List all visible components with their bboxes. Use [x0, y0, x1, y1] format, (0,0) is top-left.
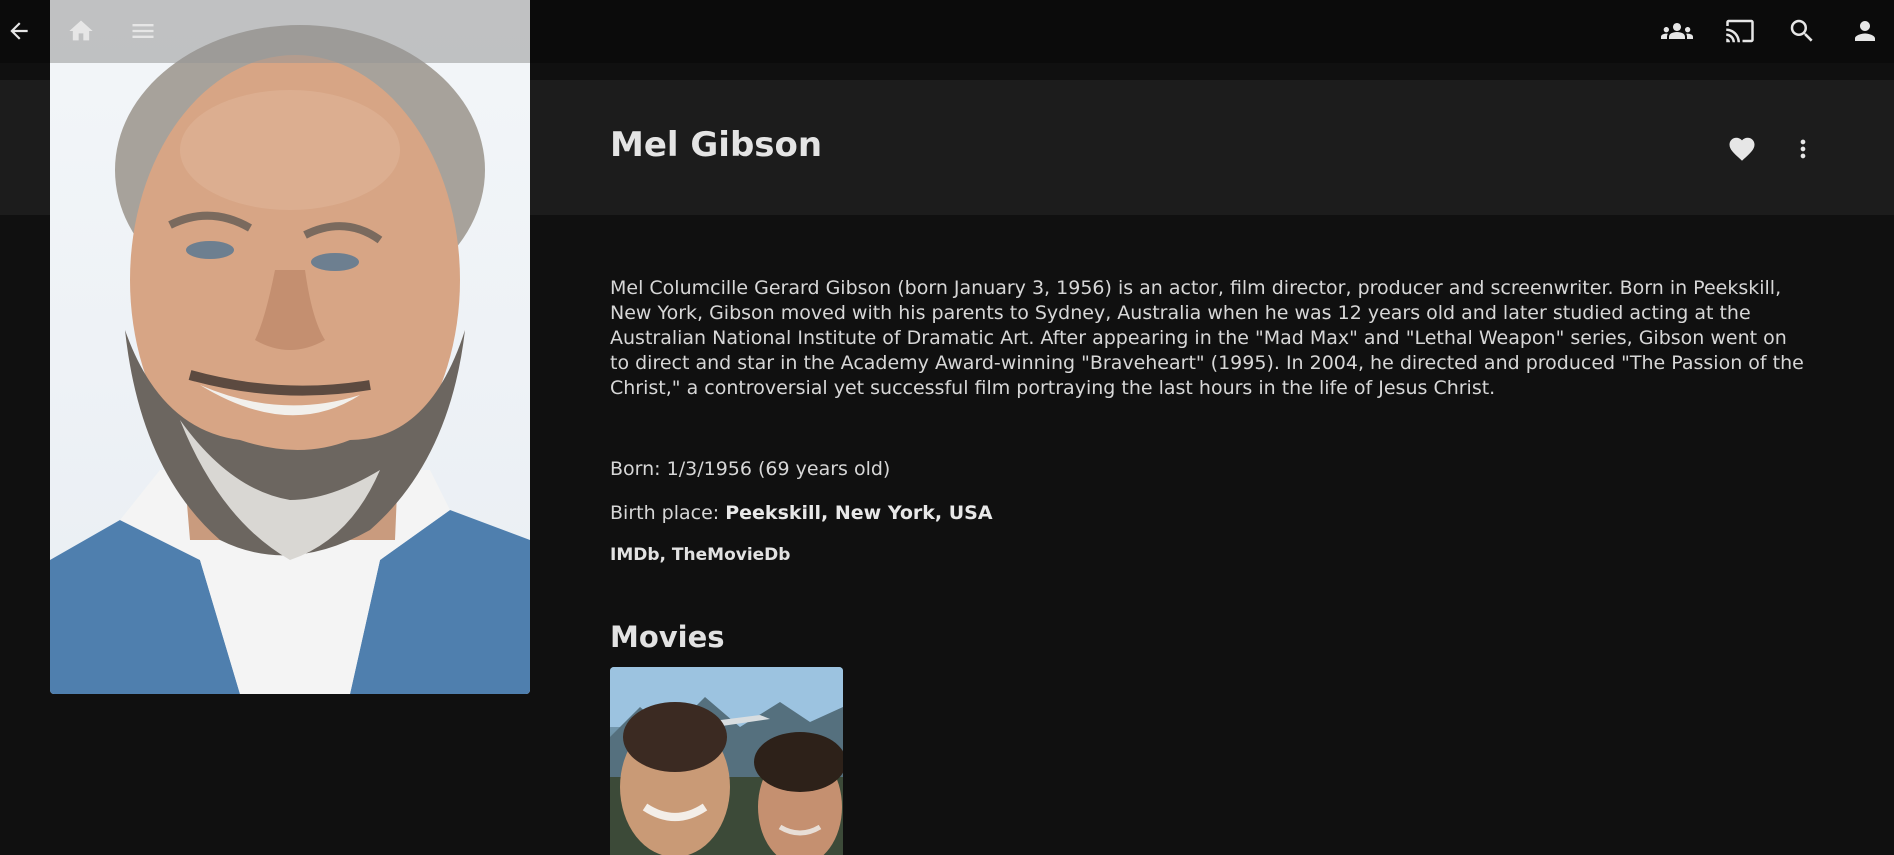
external-links: IMDb, TheMovieDb: [610, 545, 790, 565]
imdb-link[interactable]: IMDb: [610, 545, 660, 565]
user-icon: [1855, 21, 1875, 41]
movie-card[interactable]: [610, 667, 843, 855]
born-value: 1/3/1956 (69 years old): [666, 458, 891, 480]
person-name: Mel Gibson: [610, 125, 823, 165]
favorite-button[interactable]: [1722, 124, 1762, 174]
movie-poster-image: [610, 667, 843, 855]
born-label: Born:: [610, 458, 661, 480]
birthplace-info: Birth place: Peekskill, New York, USA: [610, 502, 993, 524]
person-biography: Mel Columcille Gerard Gibson (born Janua…: [610, 277, 1804, 399]
search-icon: [1790, 19, 1813, 42]
more-vert-icon: [1800, 139, 1806, 159]
born-info: Born: 1/3/1956 (69 years old): [610, 458, 890, 480]
person-portrait: [50, 0, 530, 694]
link-separator: ,: [659, 545, 672, 565]
heart-icon: [1729, 137, 1755, 161]
cast-icon: [1726, 19, 1754, 43]
search-button[interactable]: [1777, 6, 1827, 56]
birthplace-value: Peekskill, New York, USA: [725, 502, 993, 524]
users-button[interactable]: [1652, 6, 1702, 56]
users-icon: [1661, 23, 1693, 39]
portrait-image: [50, 25, 530, 694]
user-menu-button[interactable]: [1840, 6, 1890, 56]
menu-button[interactable]: [118, 6, 168, 56]
back-arrow-icon: [10, 22, 28, 40]
themoviedb-link[interactable]: TheMovieDb: [672, 545, 791, 565]
home-icon: [69, 20, 93, 41]
cast-button[interactable]: [1715, 6, 1765, 56]
back-button[interactable]: [0, 6, 44, 56]
birthplace-label: Birth place:: [610, 502, 720, 524]
movies-section-heading: Movies: [610, 620, 725, 654]
home-button[interactable]: [56, 6, 106, 56]
more-options-button[interactable]: [1783, 124, 1823, 174]
menu-icon: [132, 24, 154, 38]
